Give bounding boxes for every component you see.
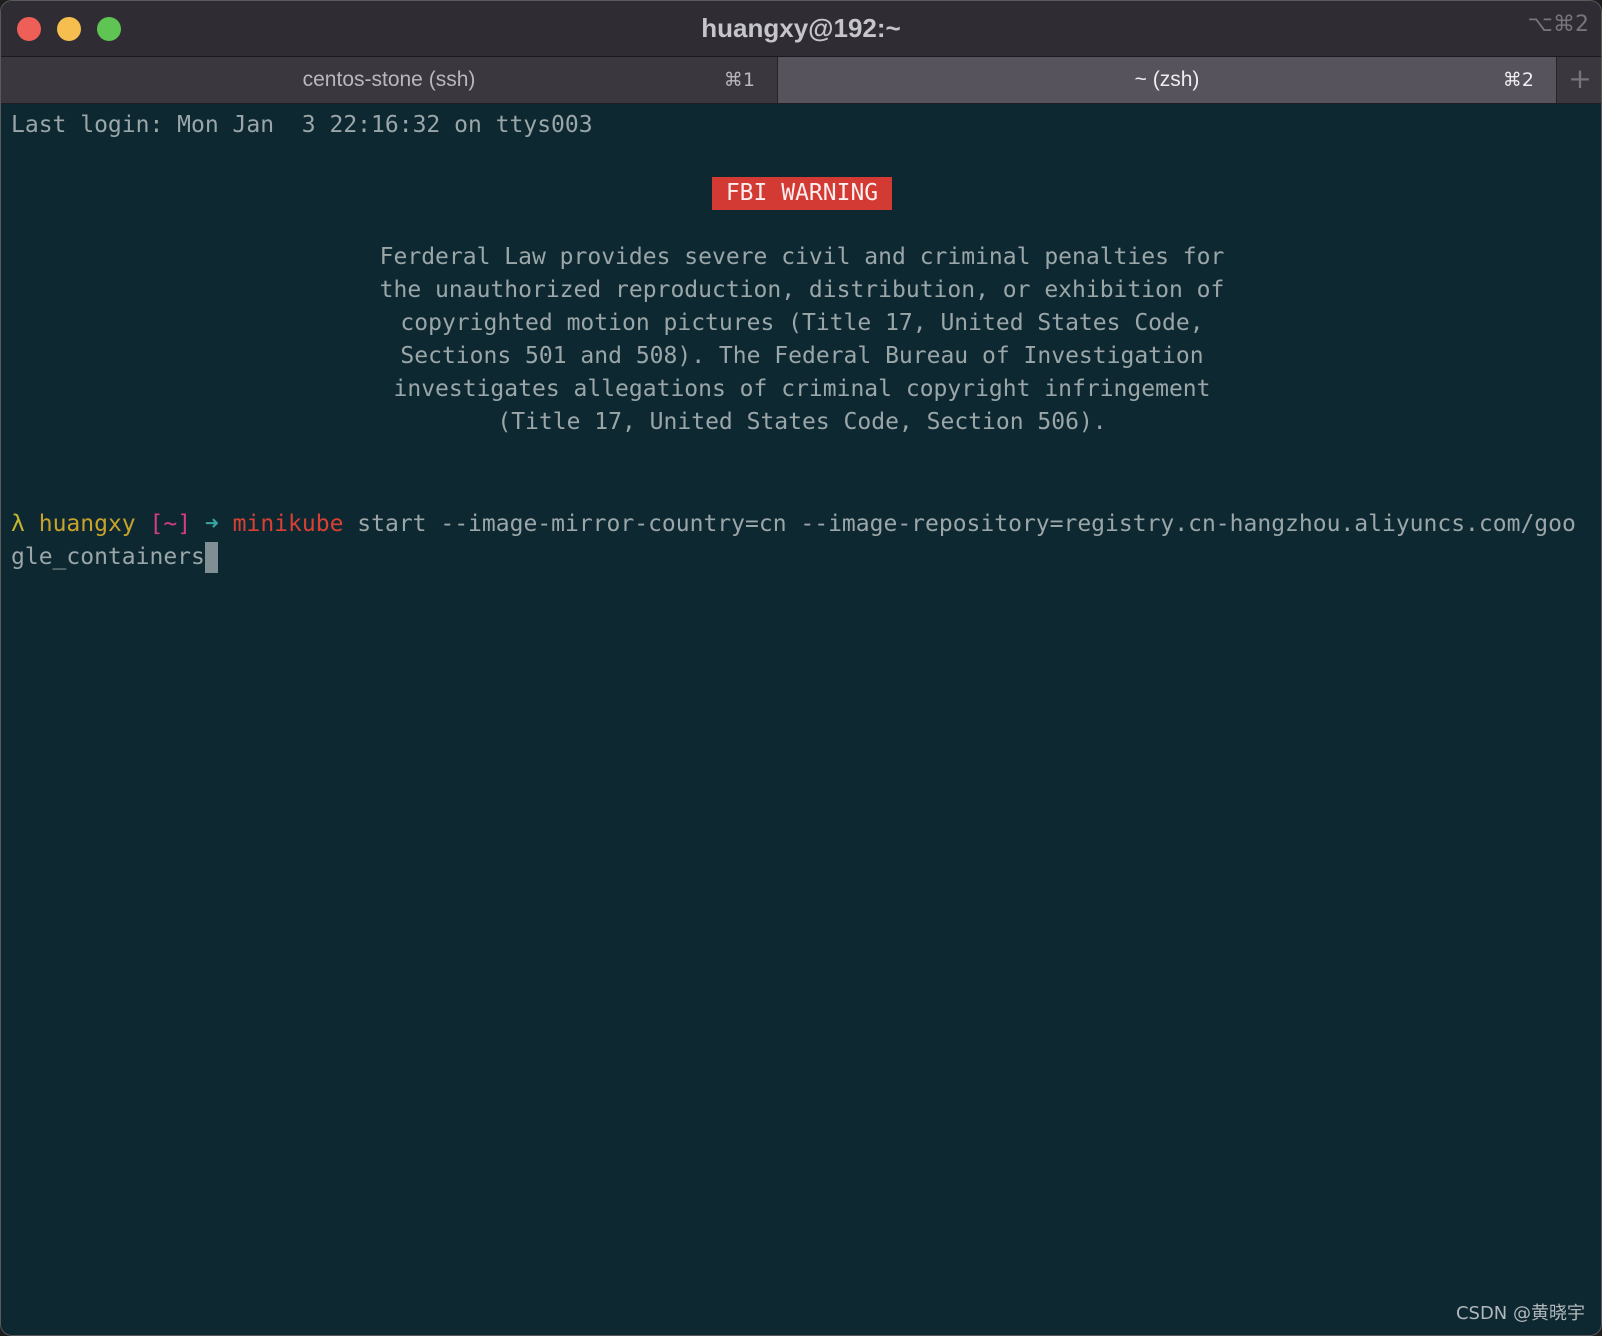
- tab-zsh[interactable]: ~ (zsh) ⌘2: [778, 57, 1557, 103]
- fbi-warning-banner-wrap: FBI WARNING: [1, 177, 1601, 210]
- terminal-output[interactable]: Last login: Mon Jan 3 22:16:32 on ttys00…: [1, 104, 1601, 1335]
- window-shortcut: ⌥⌘2: [1527, 12, 1589, 37]
- warning-line: Sections 501 and 508). The Federal Burea…: [400, 343, 1204, 369]
- warning-line: Ferderal Law provides severe civil and c…: [379, 244, 1225, 270]
- command-args-continued: gle_containers: [11, 544, 205, 570]
- text-cursor: [204, 542, 218, 573]
- tab-label: ~ (zsh): [1134, 68, 1200, 91]
- prompt-line: λ huangxy [~] ➜ minikube start --image-m…: [11, 507, 1576, 541]
- tab-centos-stone-ssh[interactable]: centos-stone (ssh) ⌘1: [1, 57, 778, 103]
- prompt-path: [~]: [149, 511, 192, 537]
- tab-bar: centos-stone (ssh) ⌘1 ~ (zsh) ⌘2 +: [1, 57, 1601, 104]
- prompt-user: huangxy: [38, 511, 136, 537]
- warning-line: investigates allegations of criminal cop…: [393, 376, 1211, 402]
- warning-line: (Title 17, United States Code, Section 5…: [497, 409, 1107, 435]
- command-args: start --image-mirror-country=cn --image-…: [357, 511, 1576, 537]
- warning-line: copyrighted motion pictures (Title 17, U…: [400, 310, 1204, 336]
- fbi-warning-banner: FBI WARNING: [711, 177, 893, 210]
- title-bar[interactable]: huangxy@192:~ ⌥⌘2: [1, 1, 1601, 57]
- tab-shortcut: ⌘1: [723, 69, 755, 91]
- last-login-line: Last login: Mon Jan 3 22:16:32 on ttys00…: [11, 112, 593, 138]
- tab-shortcut: ⌘2: [1502, 69, 1534, 91]
- window-title: huangxy@192:~: [701, 13, 901, 43]
- new-tab-plus-icon[interactable]: +: [1557, 57, 1601, 103]
- terminal-window: huangxy@192:~ ⌥⌘2 centos-stone (ssh) ⌘1 …: [0, 0, 1602, 1336]
- command-continuation-line: gle_containers: [11, 540, 218, 574]
- prompt-lambda: λ: [11, 511, 25, 537]
- tab-label: centos-stone (ssh): [302, 68, 476, 91]
- command-name: minikube: [232, 511, 344, 537]
- prompt-arrow-icon: ➜: [204, 511, 219, 537]
- warning-line: the unauthorized reproduction, distribut…: [379, 277, 1225, 303]
- watermark: CSDN @黄晓宇: [1455, 1303, 1585, 1324]
